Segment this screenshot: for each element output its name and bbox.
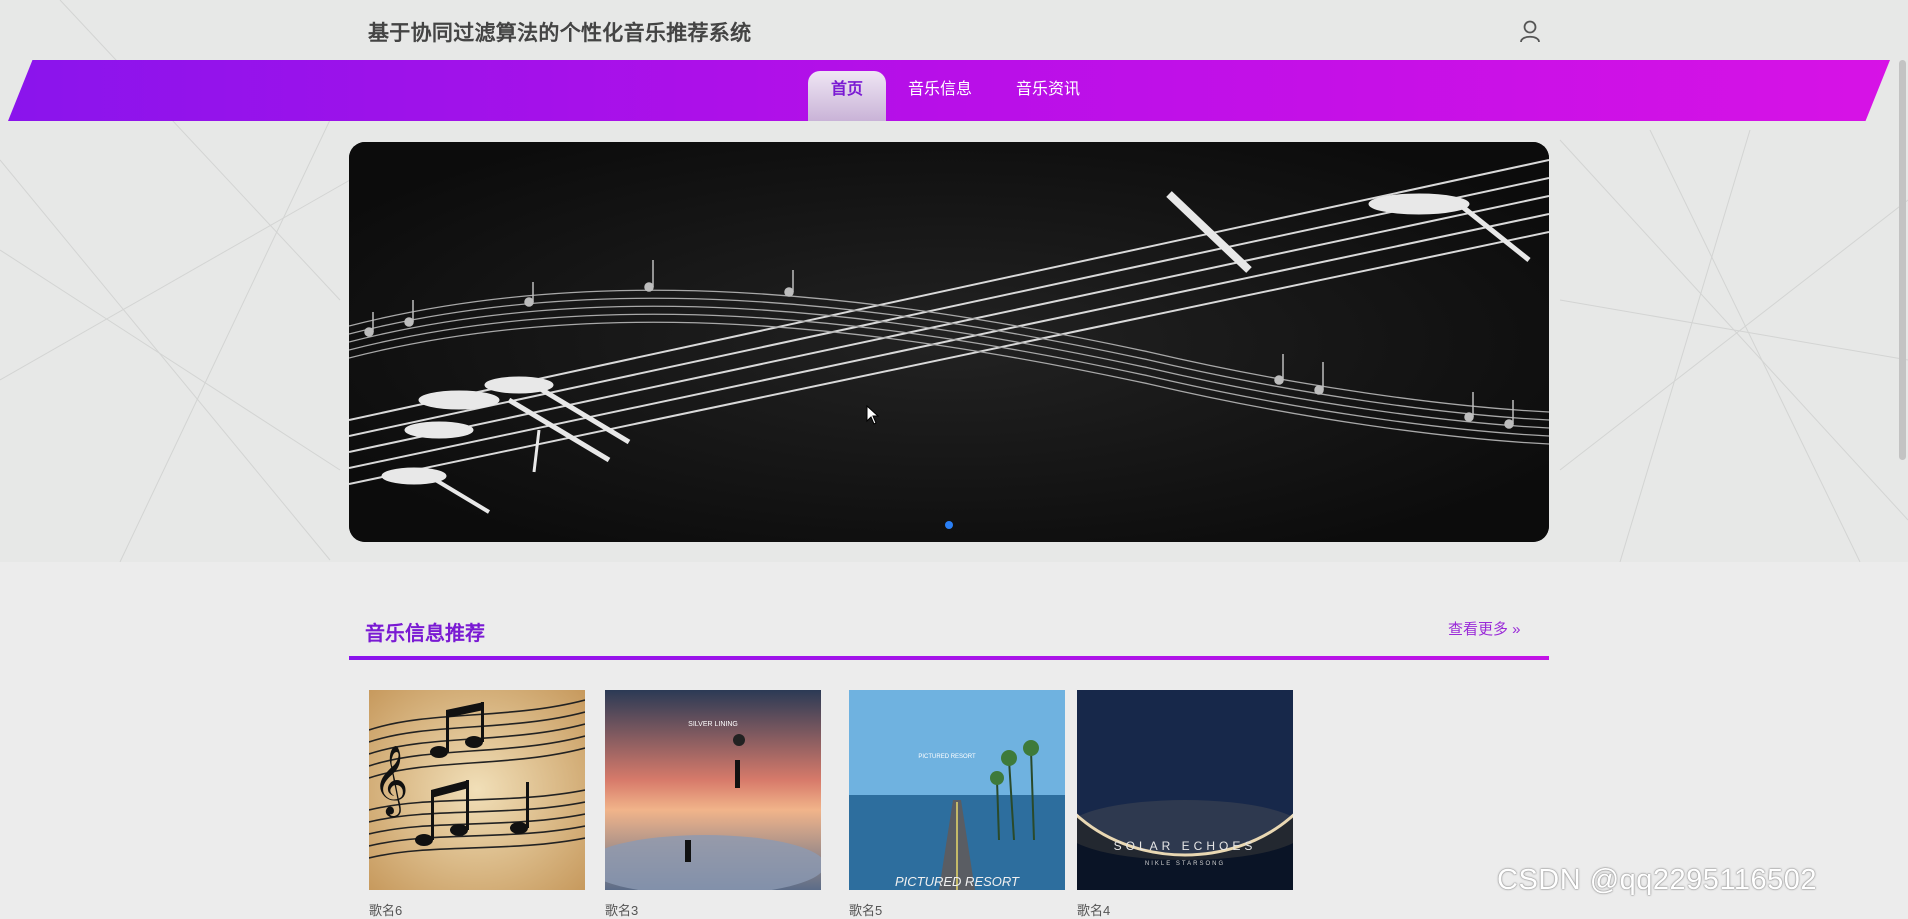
user-icon[interactable] bbox=[1516, 17, 1544, 45]
song-card[interactable]: PICTURED RESORT PICTURED RESORT 歌名5 bbox=[849, 690, 1065, 919]
song-name: 歌名4 bbox=[1077, 903, 1111, 918]
song5-cover-text: PICTURED RESORT bbox=[895, 874, 1020, 889]
sheet-music-banner-image bbox=[349, 142, 1549, 542]
song-name: 歌名3 bbox=[605, 903, 639, 918]
section-divider bbox=[349, 656, 1549, 660]
song4-cover-subtitle: NIKLE STARSONG bbox=[1145, 861, 1225, 867]
song-name: 歌名6 bbox=[369, 903, 403, 918]
nav-item-music-news[interactable]: 音乐资讯 bbox=[994, 71, 1102, 121]
site-title: 基于协同过滤算法的个性化音乐推荐系统 bbox=[368, 22, 752, 45]
nav-item-music-info[interactable]: 音乐信息 bbox=[886, 71, 994, 121]
svg-text:𝄞: 𝄞 bbox=[373, 745, 408, 817]
view-more-label: 查看更多 bbox=[1448, 621, 1509, 638]
banner-carousel[interactable] bbox=[349, 142, 1549, 542]
song-card[interactable]: 𝄞 歌名6 bbox=[369, 690, 585, 919]
mouse-cursor-icon bbox=[866, 404, 880, 430]
section-title: 音乐信息推荐 bbox=[365, 623, 485, 645]
main-nav: 首页 音乐信息 音乐资讯 bbox=[808, 71, 1102, 121]
song-cover: 𝄞 bbox=[369, 690, 585, 890]
scrollbar[interactable] bbox=[1899, 60, 1906, 460]
song-cover: SILVER LINING bbox=[605, 690, 821, 890]
song3-cover-text: SILVER LINING bbox=[688, 721, 738, 728]
song-cover: SOLAR ECHOES NIKLE STARSONG bbox=[1077, 690, 1293, 890]
watermark: CSDN @qq2295116502 bbox=[1497, 864, 1818, 896]
song-card[interactable]: SOLAR ECHOES NIKLE STARSONG 歌名4 bbox=[1077, 690, 1293, 919]
carousel-dot[interactable] bbox=[945, 521, 953, 529]
song4-cover-title: SOLAR ECHOES bbox=[1114, 839, 1257, 853]
nav-item-home[interactable]: 首页 bbox=[808, 71, 886, 121]
song-name: 歌名5 bbox=[849, 903, 883, 918]
song-cover: PICTURED RESORT PICTURED RESORT bbox=[849, 690, 1065, 890]
double-chevron-right-icon: » bbox=[1508, 621, 1521, 638]
view-more-link[interactable]: 查看更多 » bbox=[1448, 618, 1521, 639]
svg-text:PICTURED RESORT: PICTURED RESORT bbox=[918, 754, 976, 760]
song-card[interactable]: SILVER LINING 歌名3 bbox=[605, 690, 821, 919]
